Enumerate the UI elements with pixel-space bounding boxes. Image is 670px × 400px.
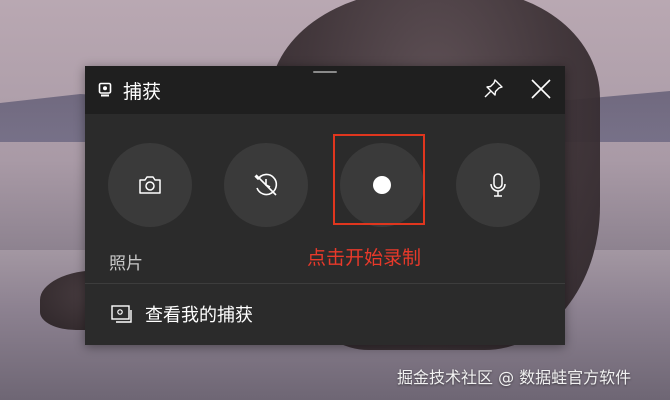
microphone-button[interactable] xyxy=(456,143,540,227)
view-captures-label: 查看我的捕获 xyxy=(145,305,253,326)
gallery-icon xyxy=(111,305,132,323)
camera-icon xyxy=(139,176,161,194)
annotation-text: 点击开始录制 xyxy=(307,247,422,269)
panel-title: 捕获 xyxy=(123,81,162,103)
screenshot-button[interactable] xyxy=(108,143,192,227)
pin-icon[interactable] xyxy=(482,78,504,100)
watermark: 掘金技术社区 @ 数据蛙官方软件 xyxy=(397,368,632,387)
photo-label: 照片 xyxy=(109,254,143,274)
title-bar[interactable]: 捕获 xyxy=(85,66,565,114)
record-highlight-box xyxy=(333,134,425,225)
view-captures-link[interactable]: 查看我的捕获 xyxy=(85,284,565,345)
drag-handle[interactable] xyxy=(313,71,337,73)
microphone-icon xyxy=(490,173,506,197)
close-icon[interactable] xyxy=(530,78,552,100)
webcam-icon xyxy=(98,82,112,97)
capture-panel: 捕获 照片 点击开始录制 查看我的捕获 xyxy=(85,66,565,345)
record-last-30s-off-icon xyxy=(254,173,278,196)
record-last-30s-button[interactable] xyxy=(224,143,308,227)
